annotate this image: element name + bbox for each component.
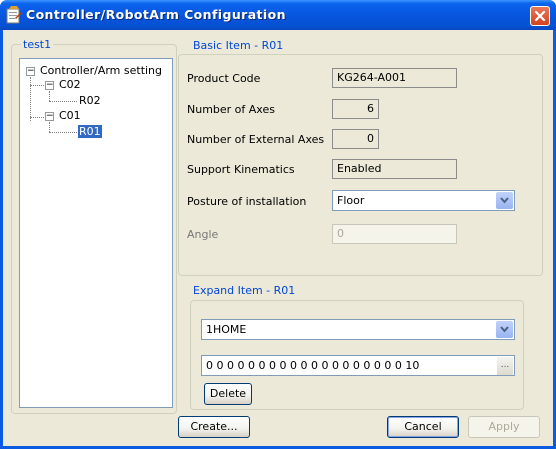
apply-button[interactable]: Apply xyxy=(468,416,540,438)
kinematics-field: Enabled xyxy=(332,159,457,179)
posture-select[interactable]: Floor xyxy=(332,190,515,211)
ext-axes-label: Number of External Axes xyxy=(187,133,325,146)
expand-group-label: Expand Item - R01 xyxy=(191,284,298,297)
ext-axes-field: 0 xyxy=(332,129,379,149)
client-area: test1 − Controller/Arm setting − C02 R02… xyxy=(3,30,553,446)
tree-node-c02[interactable]: C02 xyxy=(59,78,81,91)
tree-group-label: test1 xyxy=(21,38,54,51)
tree-connector xyxy=(30,77,31,121)
product-code-field: KG264-A001 xyxy=(332,68,457,88)
angle-label: Angle xyxy=(187,228,219,241)
kinematics-label: Support Kinematics xyxy=(187,163,295,176)
title-bar[interactable]: Controller/RobotArm Configuration xyxy=(0,0,556,30)
posture-label: Posture of installation xyxy=(187,195,307,208)
angle-field: 0 xyxy=(332,224,457,244)
config-window: Controller/RobotArm Configuration test1 … xyxy=(0,0,556,449)
ellipsis-button[interactable]: ... xyxy=(497,357,513,375)
expand-value-text: 0 0 0 0 0 0 0 0 0 0 0 0 0 0 0 0 0 0 0 10 xyxy=(206,359,420,372)
collapse-icon[interactable]: − xyxy=(45,81,54,90)
tree-connector xyxy=(49,132,77,133)
chevron-down-icon xyxy=(500,326,509,333)
collapse-icon[interactable]: − xyxy=(45,112,54,121)
tree-connector xyxy=(49,91,50,101)
collapse-icon[interactable]: − xyxy=(26,67,35,76)
tree-node-r01-selected[interactable]: R01 xyxy=(78,125,102,138)
product-code-label: Product Code xyxy=(187,72,261,85)
expand-select[interactable]: 1HOME xyxy=(201,319,515,340)
tree-connector xyxy=(49,101,77,102)
axes-label: Number of Axes xyxy=(187,103,275,116)
dropdown-button[interactable] xyxy=(496,192,513,209)
tree-root[interactable]: Controller/Arm setting xyxy=(40,64,162,77)
delete-button[interactable]: Delete xyxy=(204,383,252,405)
posture-value: Floor xyxy=(337,194,365,207)
expand-value-field[interactable]: 0 0 0 0 0 0 0 0 0 0 0 0 0 0 0 0 0 0 0 10… xyxy=(201,355,515,376)
tree-connector xyxy=(30,117,44,118)
create-button[interactable]: Create... xyxy=(178,416,250,438)
close-button[interactable] xyxy=(530,6,550,26)
tree-node-r02[interactable]: R02 xyxy=(79,94,101,107)
dropdown-button[interactable] xyxy=(496,321,513,338)
axes-field: 6 xyxy=(332,99,379,119)
close-icon xyxy=(534,10,546,22)
basic-group-label: Basic Item - R01 xyxy=(191,39,286,52)
expand-select-value: 1HOME xyxy=(206,323,247,336)
tree-node-c01[interactable]: C01 xyxy=(59,109,81,122)
chevron-down-icon xyxy=(500,197,509,204)
tree-connector xyxy=(49,122,50,132)
window-title: Controller/RobotArm Configuration xyxy=(26,7,286,22)
app-icon xyxy=(6,6,22,24)
tree-connector xyxy=(30,85,44,86)
controller-tree[interactable]: − Controller/Arm setting − C02 R02 − C01… xyxy=(19,58,173,408)
cancel-button[interactable]: Cancel xyxy=(387,416,459,438)
